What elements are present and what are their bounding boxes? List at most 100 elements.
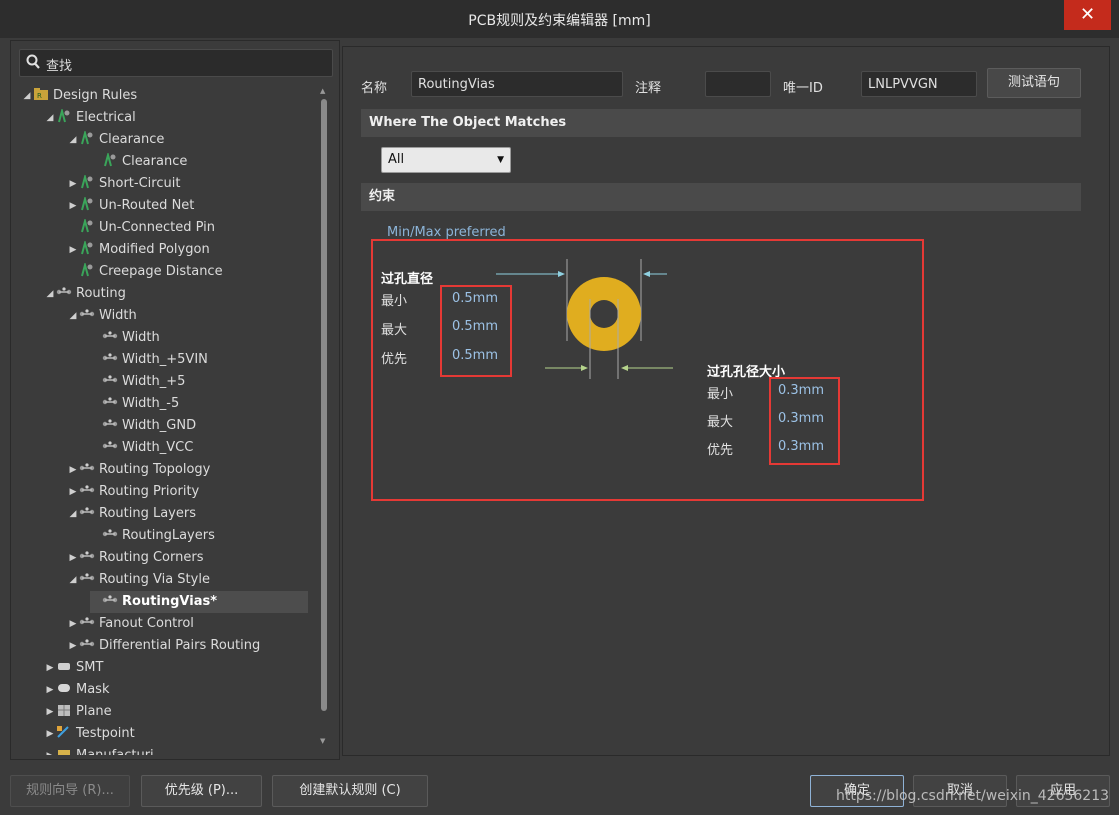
tree-item[interactable]: RoutingLayers [90,525,215,547]
tree-item-label: Routing [76,286,126,301]
tree-item[interactable]: ▶ Testpoint [44,723,135,745]
tree-item[interactable]: ▶ Manufacturi... [44,745,166,755]
expanded-arrow-icon[interactable]: ◢ [67,503,79,525]
tree-item[interactable]: ▶ Routing Corners [67,547,204,569]
search-input[interactable]: 查找 [19,49,333,77]
electrical-rule-icon [79,195,97,211]
tree-item-label: Routing Corners [99,550,204,565]
tree-item[interactable]: Width [90,327,160,349]
tree-item[interactable]: Width_GND [90,415,196,437]
design-rules-icon: R [33,87,51,101]
tree-item[interactable]: ▶ Modified Polygon [67,239,210,261]
priorities-button[interactable]: 优先级 (P)... [141,775,262,807]
tree-item[interactable]: ◢ Routing [44,283,126,305]
via-diameter-pref-value[interactable]: 0.5mm [452,348,498,363]
tree-item-label: Clearance [99,132,165,147]
expanded-arrow-icon[interactable]: ◢ [44,107,56,129]
collapsed-arrow-icon[interactable]: ▶ [44,723,56,745]
tree-item[interactable]: ▶ Mask [44,679,110,701]
collapsed-arrow-icon[interactable]: ▶ [44,679,56,701]
comment-field[interactable] [705,71,771,97]
collapsed-arrow-icon[interactable]: ▶ [67,173,79,195]
tree-item[interactable]: ◢ Routing Via Style [67,569,210,591]
expanded-arrow-icon[interactable]: ◢ [67,305,79,327]
tree-item[interactable]: Un-Connected Pin [67,217,215,239]
collapsed-arrow-icon[interactable]: ▶ [67,547,79,569]
tree-item[interactable]: ◢ Routing Layers [67,503,196,525]
manufacturing-rule-icon [56,747,74,755]
plane-rule-icon [56,703,74,717]
hole-size-pref-value[interactable]: 0.3mm [778,439,824,454]
collapsed-arrow-icon[interactable]: ▶ [67,635,79,657]
routing-rule-icon [102,417,120,431]
routing-rule-icon [102,439,120,453]
tree-item[interactable]: ◢ R Design Rules [21,85,137,107]
scroll-down-icon[interactable]: ▼ [320,737,325,745]
collapsed-arrow-icon[interactable]: ▶ [67,613,79,635]
name-field[interactable]: RoutingVias [411,71,623,97]
scroll-up-icon[interactable]: ▲ [320,87,325,95]
tree-item[interactable]: ▶ Routing Priority [67,481,200,503]
tree-item[interactable]: ▶ Routing Topology [67,459,211,481]
tree-item[interactable]: ▶ SMT [44,657,104,679]
tree-item[interactable]: ◢ Clearance [67,129,164,151]
test-query-button[interactable]: 测试语句 [987,68,1081,98]
close-button[interactable]: ✕ [1064,0,1111,30]
via-diameter-min-label: 最小 [381,294,408,309]
create-default-rules-button[interactable]: 创建默认规则 (C) [272,775,428,807]
tree-item-label: Width [122,330,160,345]
collapsed-arrow-icon[interactable]: ▶ [67,239,79,261]
tree-item[interactable]: Width_+5 [90,371,185,393]
tree-item-label: Design Rules [53,88,138,103]
tree-item[interactable]: ▶ Differential Pairs Routing [67,635,261,657]
tree-item[interactable]: Width_-5 [90,393,179,415]
collapsed-arrow-icon[interactable]: ▶ [67,481,79,503]
hole-size-max-value[interactable]: 0.3mm [778,411,824,426]
collapsed-arrow-icon[interactable]: ▶ [44,701,56,723]
collapsed-arrow-icon[interactable]: ▶ [44,745,56,755]
expanded-arrow-icon[interactable]: ◢ [67,129,79,151]
match-dropdown[interactable]: All ▼ [381,147,511,173]
tree-item[interactable]: ▶ Plane [44,701,112,723]
tree-item-label: SMT [76,660,104,675]
expanded-arrow-icon[interactable]: ◢ [67,569,79,591]
tree-item-label: Plane [76,704,112,719]
tree-item[interactable]: RoutingVias* [90,591,308,613]
tree-item-label: Width_GND [122,418,197,433]
expanded-arrow-icon[interactable]: ◢ [21,85,33,107]
routing-rule-icon [102,373,120,387]
tree-item[interactable]: Creepage Distance [67,261,223,283]
tree-item[interactable]: ▶ Short-Circuit [67,173,180,195]
tree-item[interactable]: ◢ Width [67,305,137,327]
via-diameter-max-value[interactable]: 0.5mm [452,319,498,334]
tree-scrollbar[interactable]: ▲ ▼ [320,87,327,747]
via-diameter-min-value[interactable]: 0.5mm [452,291,498,306]
tree-item[interactable]: ◢ Electrical [44,107,136,129]
rule-wizard-button[interactable]: 规则向导 (R)... [10,775,130,807]
tree-item-label: Width_VCC [122,440,194,455]
collapsed-arrow-icon[interactable]: ▶ [67,195,79,217]
tree-item[interactable]: Width_VCC [90,437,193,459]
scrollbar-thumb[interactable] [321,99,327,711]
tree-item-label: Width [99,308,137,323]
routing-rule-icon [79,549,97,563]
tree-item[interactable]: ▶ Un-Routed Net [67,195,194,217]
collapsed-arrow-icon[interactable]: ▶ [44,657,56,679]
collapsed-arrow-icon[interactable]: ▶ [67,459,79,481]
rules-tree: ◢ R Design Rules ◢ Electrical ◢ Clearance Clear… [21,85,321,755]
uid-field[interactable]: LNLPVVGN [861,71,977,97]
hole-size-min-label: 最小 [707,387,734,402]
tree-item-label: Routing Priority [99,484,200,499]
routing-rule-icon [79,615,97,629]
hole-size-min-value[interactable]: 0.3mm [778,383,824,398]
tree-item-label: Routing Layers [99,506,196,521]
tree-item-label: RoutingLayers [122,528,215,543]
tree-item[interactable]: Width_+5VIN [90,349,208,371]
match-selected: All [388,152,405,167]
expanded-arrow-icon[interactable]: ◢ [44,283,56,305]
routing-rule-icon [102,329,120,343]
tree-item[interactable]: ▶ Fanout Control [67,613,194,635]
routing-rule-icon [102,527,120,541]
comment-label: 注释 [635,81,662,96]
tree-item[interactable]: Clearance [90,151,187,173]
